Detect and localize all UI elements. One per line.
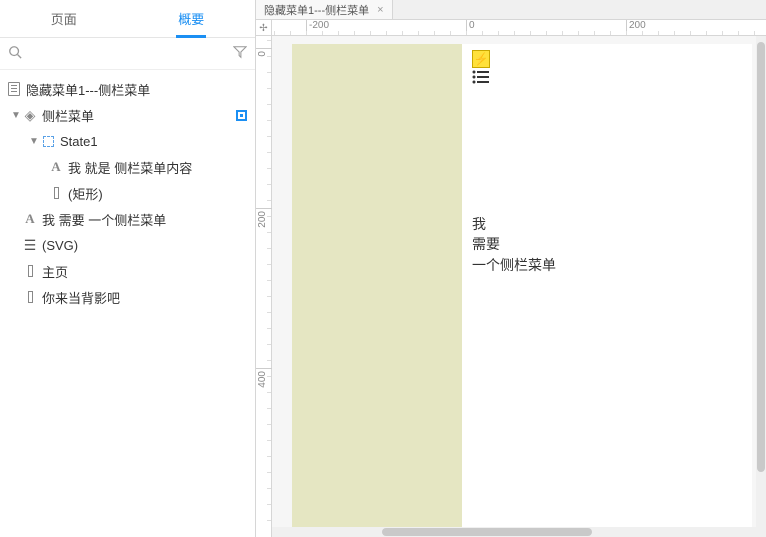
ruler-v-tick: 200 — [256, 208, 272, 209]
filter-icon[interactable] — [231, 45, 247, 62]
tree-need-text[interactable]: A 我 需要 一个侧栏菜单 — [0, 206, 255, 232]
ruler-horizontal[interactable]: ✢ -200 0 200 — [256, 20, 766, 36]
ruler-v-tick: 0 — [256, 48, 272, 49]
close-icon[interactable]: × — [377, 4, 383, 16]
canvas-text-line: 需要 — [472, 236, 500, 252]
list-icon — [472, 70, 490, 86]
rect-icon — [22, 291, 38, 303]
document-tab[interactable]: 隐藏菜单1---侧栏菜单 × — [256, 0, 393, 19]
tree-root-label: 隐藏菜单1---侧栏菜单 — [22, 80, 150, 99]
workspace: 0 200 400 ⚡ 我 需要 一个侧栏菜单 — [256, 36, 766, 537]
tree-svg[interactable]: ☰ (SVG) — [0, 232, 255, 258]
ruler-vertical[interactable]: 0 200 400 — [256, 36, 272, 537]
tree-group-label: 侧栏菜单 — [38, 106, 94, 125]
selection-marker-icon — [236, 110, 247, 121]
tree-text-child-label: 我 就是 侧栏菜单内容 — [64, 158, 192, 177]
tree-rect-child[interactable]: (矩形) — [0, 180, 255, 206]
list-icon: ☰ — [22, 238, 38, 252]
layers-icon: ◈ — [22, 108, 38, 122]
tab-outline[interactable]: 概要 — [128, 0, 256, 37]
tree-rect-child-label: (矩形) — [64, 184, 103, 203]
state-icon — [40, 136, 56, 147]
left-panel: 页面 概要 隐藏菜单1---侧栏菜单 ▼ ◈ 侧栏菜单 ▼ State1 A 我 — [0, 0, 256, 537]
tree-bg[interactable]: 你来当背影吧 — [0, 284, 255, 310]
canvas-text-line: 我 — [472, 216, 486, 232]
chevron-down-icon[interactable]: ▼ — [28, 136, 40, 147]
scrollbar-vertical[interactable] — [756, 36, 766, 527]
scrollbar-thumb[interactable] — [382, 528, 592, 536]
chevron-down-icon[interactable]: ▼ — [10, 110, 22, 121]
ruler-v-tick: 400 — [256, 368, 272, 369]
svg-widget[interactable]: ⚡ — [472, 50, 490, 86]
document-tabs: 隐藏菜单1---侧栏菜单 × — [256, 0, 766, 20]
tree-home-label: 主页 — [38, 262, 68, 281]
editor-area: 隐藏菜单1---侧栏菜单 × ✢ -200 0 200 0 200 400 ⚡ — [256, 0, 766, 537]
text-icon: A — [48, 159, 64, 175]
rect-icon — [48, 187, 64, 199]
ruler-h-tick: -200 — [306, 20, 329, 36]
page-icon — [6, 82, 22, 96]
outline-tree: 隐藏菜单1---侧栏菜单 ▼ ◈ 侧栏菜单 ▼ State1 A 我 就是 侧栏… — [0, 70, 255, 537]
tree-state-label: State1 — [56, 134, 98, 149]
canvas-text-line: 一个侧栏菜单 — [472, 257, 556, 273]
search-icon — [8, 45, 24, 62]
bolt-icon: ⚡ — [472, 50, 490, 68]
tree-root[interactable]: 隐藏菜单1---侧栏菜单 — [0, 76, 255, 102]
ruler-h-tick: 0 — [466, 20, 475, 36]
tab-pages[interactable]: 页面 — [0, 0, 128, 37]
background-shape[interactable] — [292, 44, 462, 537]
search-input[interactable] — [24, 46, 231, 61]
tree-text-child[interactable]: A 我 就是 侧栏菜单内容 — [0, 154, 255, 180]
search-row — [0, 38, 255, 70]
scrollbar-thumb[interactable] — [757, 42, 765, 472]
ruler-corner-icon[interactable]: ✢ — [256, 20, 272, 36]
tree-group[interactable]: ▼ ◈ 侧栏菜单 — [0, 102, 255, 128]
document-tab-title: 隐藏菜单1---侧栏菜单 — [264, 2, 369, 18]
tree-home[interactable]: 主页 — [0, 258, 255, 284]
text-icon: A — [22, 211, 38, 227]
rect-icon — [22, 265, 38, 277]
scrollbar-horizontal[interactable] — [272, 527, 766, 537]
canvas-text-widget[interactable]: 我 需要 一个侧栏菜单 — [472, 214, 556, 275]
canvas-viewport[interactable]: ⚡ 我 需要 一个侧栏菜单 — [272, 36, 766, 537]
tree-svg-label: (SVG) — [38, 238, 78, 253]
canvas[interactable]: ⚡ 我 需要 一个侧栏菜单 — [292, 44, 752, 537]
panel-tabs: 页面 概要 — [0, 0, 255, 38]
tree-bg-label: 你来当背影吧 — [38, 288, 120, 307]
tree-state[interactable]: ▼ State1 — [0, 128, 255, 154]
tree-need-text-label: 我 需要 一个侧栏菜单 — [38, 210, 166, 229]
